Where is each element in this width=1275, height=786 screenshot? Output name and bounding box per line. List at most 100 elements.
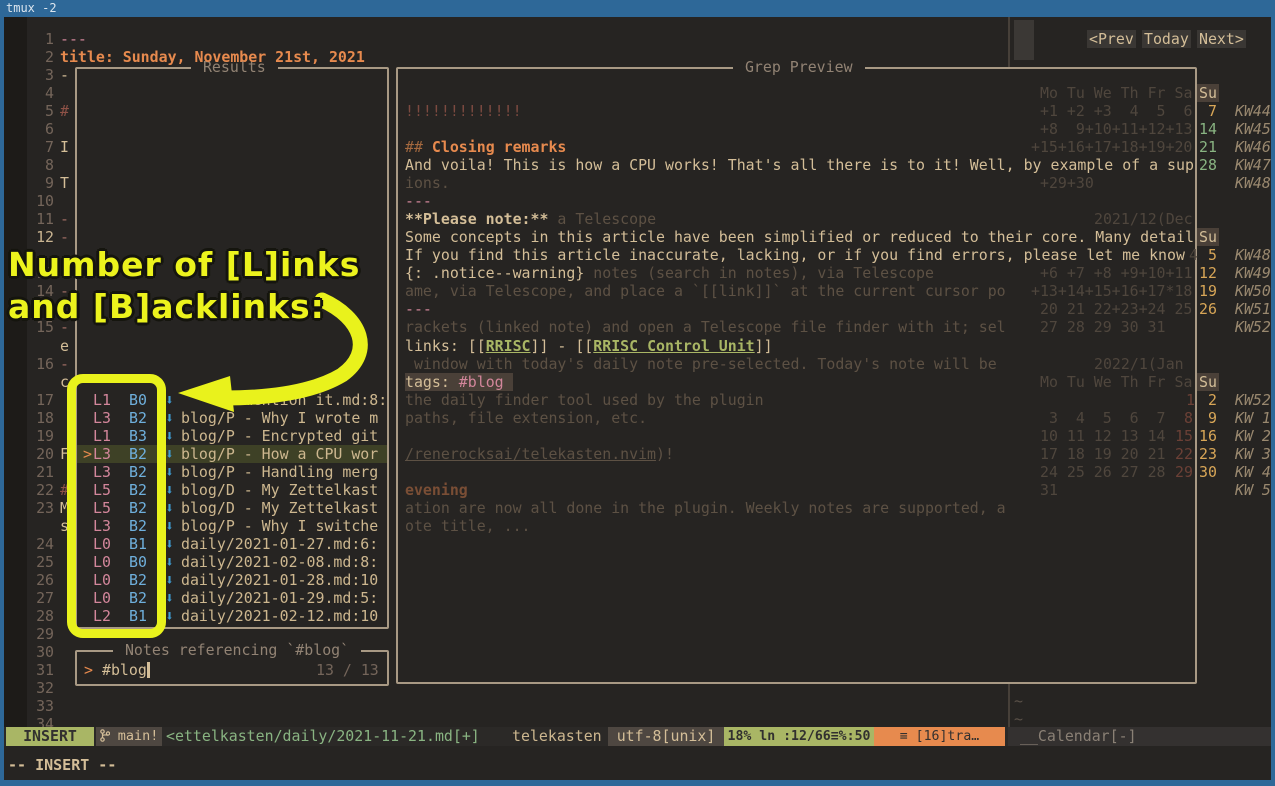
buffer-text: e bbox=[60, 337, 69, 355]
line-number: 22 bbox=[20, 481, 54, 499]
calendar-text: Su bbox=[1197, 84, 1219, 102]
buffer-text: T bbox=[60, 174, 69, 192]
preview-text: notes (search in notes), via Telescope bbox=[584, 264, 934, 282]
calendar-scroll-block bbox=[1014, 20, 1034, 60]
calendar-day[interactable]: 28 bbox=[1199, 156, 1217, 174]
preview-text: window with today's daily note pre-selec… bbox=[405, 355, 997, 373]
buffer-text: - bbox=[60, 66, 69, 84]
line-number: 2 bbox=[20, 48, 54, 66]
calendar-day[interactable]: 9 bbox=[1199, 409, 1217, 427]
prompt-caret: > bbox=[84, 661, 93, 679]
preview-text: a Telescope bbox=[548, 210, 656, 228]
window-border-left bbox=[0, 17, 4, 786]
line-number: 10 bbox=[20, 192, 54, 210]
calendar-day[interactable]: 2 bbox=[1199, 391, 1217, 409]
calendar-day[interactable]: 23 bbox=[1199, 445, 1217, 463]
calendar-nav-prev[interactable]: <Prev bbox=[1087, 30, 1136, 48]
statusline-branch: main! bbox=[96, 727, 162, 746]
calendar-text: KW 5 bbox=[1235, 481, 1271, 499]
preview-line: **Please note:** a Telescope bbox=[405, 210, 1195, 228]
calendar-day[interactable]: 30 bbox=[1199, 463, 1217, 481]
calendar-text: Su bbox=[1197, 228, 1219, 246]
window-border-bottom bbox=[0, 780, 1275, 786]
calendar-day[interactable]: 19 bbox=[1199, 282, 1217, 300]
calendar-day[interactable]: 26 bbox=[1199, 300, 1217, 318]
down-arrow-icon: ⬇ bbox=[165, 535, 174, 553]
down-arrow-icon: ⬇ bbox=[165, 499, 174, 517]
line-number: 27 bbox=[20, 589, 54, 607]
calendar-nav-next[interactable]: Next> bbox=[1197, 30, 1246, 48]
calendar-text: 15 bbox=[1175, 427, 1193, 445]
calendar-text: KW48 bbox=[1235, 246, 1271, 264]
calendar-day[interactable]: 16 bbox=[1199, 427, 1217, 445]
result-path: blog/D - My Zettelkast bbox=[181, 499, 378, 517]
preview-text: ]] bbox=[755, 337, 773, 355]
calendar-text: +29+30 bbox=[1040, 174, 1094, 192]
preview-text: Closing remarks bbox=[432, 138, 566, 156]
preview-text: the daily finder tool used by the plugin bbox=[405, 391, 764, 409]
calendar-text: 4 bbox=[1189, 246, 1198, 264]
calendar-day[interactable]: 7 bbox=[1199, 102, 1217, 120]
preview-text: ation are now all done in the plugin. We… bbox=[405, 499, 1006, 517]
calendar-day[interactable]: 5 bbox=[1199, 246, 1217, 264]
calendar-text: KW 2 bbox=[1235, 427, 1271, 445]
calendar-day[interactable]: 12 bbox=[1199, 264, 1217, 282]
preview-text: **Please note:** bbox=[405, 210, 548, 228]
result-path: blog/P - Why I switche bbox=[181, 517, 378, 535]
statusline-mode: INSERT bbox=[6, 727, 94, 746]
calendar-text: 22 bbox=[1175, 445, 1193, 463]
calendar-text: 20 21 22+23+24 25 bbox=[1031, 300, 1192, 318]
buffer-text: --- bbox=[60, 30, 87, 48]
buffer-text: - bbox=[60, 210, 69, 228]
statusline-filename: <ettelkasten/daily/2021-11-21.md[+] bbox=[166, 727, 480, 746]
calendar-day[interactable]: 21 bbox=[1199, 138, 1217, 156]
calendar-text: 10 11 12 13 14 bbox=[1040, 427, 1166, 445]
preview-text: !!!!!!!!!!!!! bbox=[405, 102, 522, 120]
line-number: 9 bbox=[20, 174, 54, 192]
statusline-branch-label: main! bbox=[118, 728, 159, 744]
calendar-text: KW52 bbox=[1235, 318, 1271, 336]
result-path: blog/P - How a CPU wor bbox=[181, 445, 378, 463]
statusline-encoding: utf-8[unix] bbox=[608, 727, 724, 746]
preview-text: rackets (linked note) and open a Telesco… bbox=[405, 318, 1006, 336]
preview-text: ame, via Telescope, and place a `[[link]… bbox=[405, 282, 1006, 300]
preview-text: evening bbox=[405, 481, 468, 499]
statusline-diagnostics: ≡ [16]tra… bbox=[874, 727, 1005, 746]
calendar-text: 29 bbox=[1175, 463, 1193, 481]
line-number: 3 bbox=[20, 66, 54, 84]
prompt-input[interactable]: #blog bbox=[102, 661, 147, 679]
preview-line: evening bbox=[405, 481, 1195, 499]
calendar-text: +13+14+15+16+17*18 bbox=[1031, 282, 1192, 300]
preview-text: ote title, ... bbox=[405, 517, 531, 535]
line-number: 31 bbox=[20, 661, 54, 679]
result-path: blog/P - Encrypted git bbox=[181, 427, 378, 445]
calendar-text: Mo Tu We Th Fr Sa bbox=[1040, 373, 1192, 391]
result-path: blog/D - My Zettelkast bbox=[181, 481, 378, 499]
line-number: 28 bbox=[20, 607, 54, 625]
calendar-text: 27 28 29 30 31 bbox=[1031, 318, 1165, 336]
calendar-text: KW48 bbox=[1235, 174, 1271, 192]
calendar-nav-today[interactable]: Today bbox=[1142, 30, 1191, 48]
line-number: 25 bbox=[20, 553, 54, 571]
down-arrow-icon: ⬇ bbox=[165, 481, 174, 499]
buffer-text: title: Sunday, November 21st, 2021 bbox=[60, 48, 365, 66]
line-number: 4 bbox=[20, 84, 54, 102]
calendar-text: +6 +7 +8 +9+10+11 bbox=[1040, 264, 1192, 282]
line-number: 33 bbox=[20, 697, 54, 715]
calendar-text: KW50 bbox=[1235, 282, 1271, 300]
calendar-text: KW45 bbox=[1235, 120, 1271, 138]
line-number: 21 bbox=[20, 463, 54, 481]
preview-text: RRISC Control Unit bbox=[593, 337, 754, 355]
down-arrow-icon: ⬇ bbox=[165, 607, 174, 625]
annotation-text-line2: and [B]acklinks: bbox=[8, 286, 325, 328]
down-arrow-icon: ⬇ bbox=[165, 463, 174, 481]
preview-text: links: [[ bbox=[405, 337, 486, 355]
buffer-text: # bbox=[60, 102, 69, 120]
line-number: 23 bbox=[20, 499, 54, 517]
result-path: blog/P - Handling merg bbox=[181, 463, 378, 481]
tmux-titlebar: tmux -2 bbox=[0, 0, 1275, 17]
buffer-text: I bbox=[60, 138, 69, 156]
line-number: 18 bbox=[20, 409, 54, 427]
line-number: 8 bbox=[20, 156, 54, 174]
calendar-day[interactable]: 14 bbox=[1199, 120, 1217, 138]
